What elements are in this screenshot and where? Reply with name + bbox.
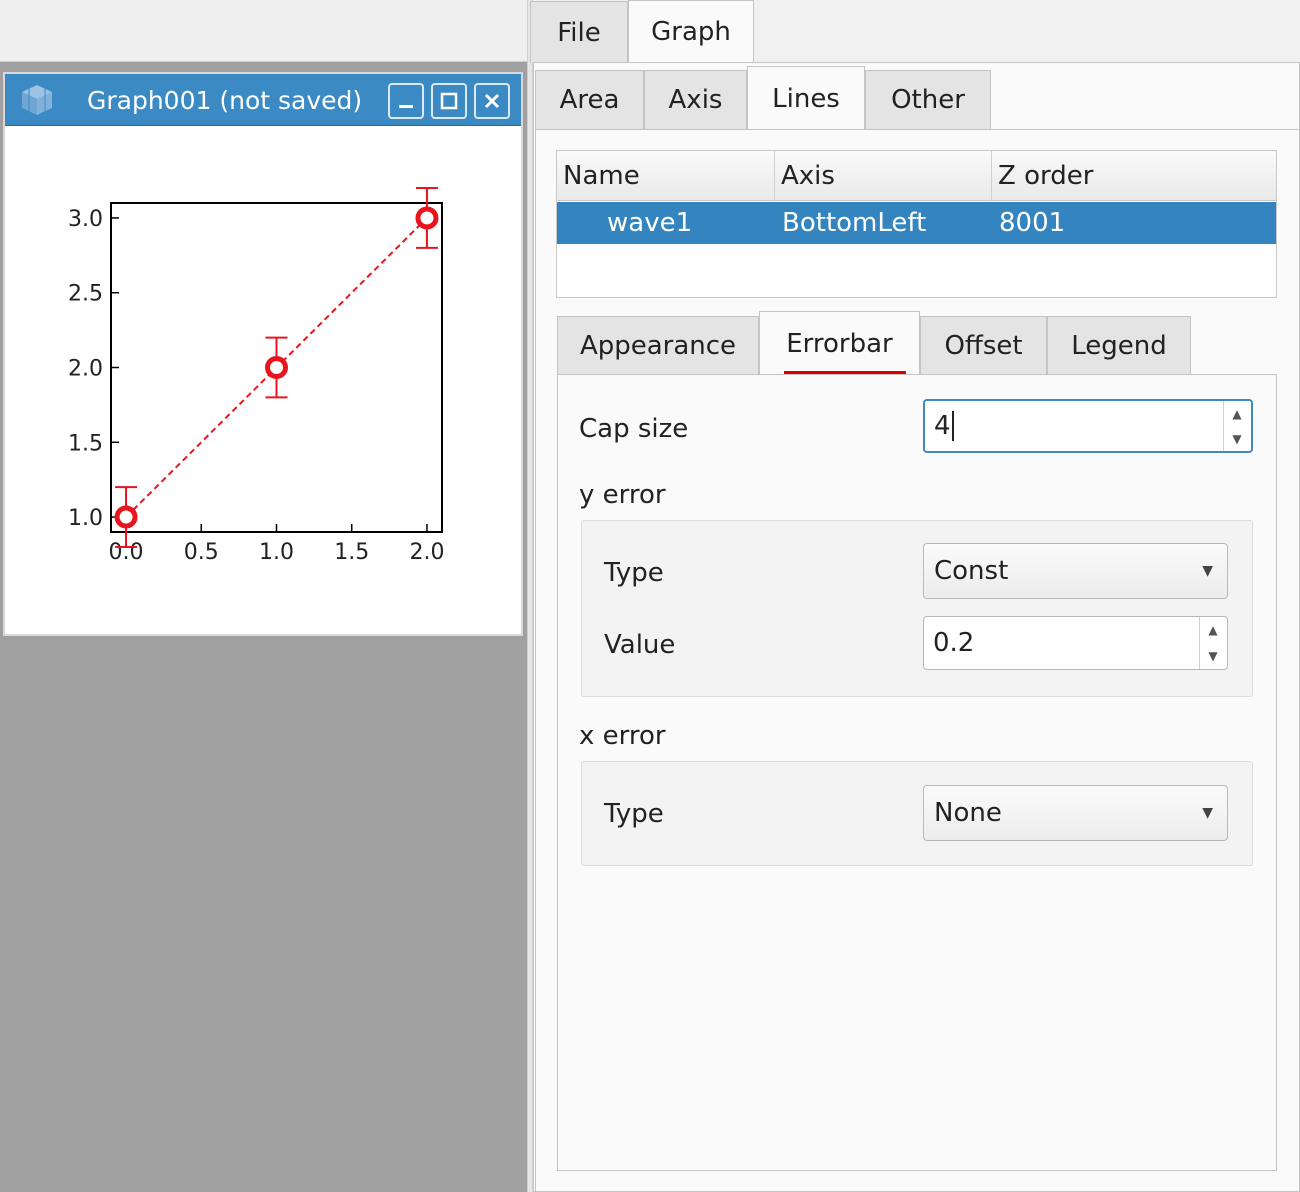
tab-other[interactable]: Other: [865, 70, 991, 129]
header-zorder[interactable]: Z order: [992, 151, 1276, 201]
row-zorder: 8001: [999, 208, 1066, 238]
app-cube-icon: [22, 85, 52, 115]
y-tick-label: 1.5: [68, 431, 103, 456]
tab-graph[interactable]: Graph: [628, 0, 754, 63]
header-axis[interactable]: Axis: [775, 151, 992, 201]
y-error-value-spinbox[interactable]: 0.2 ▲ ▼: [923, 616, 1228, 670]
data-point: [265, 356, 288, 379]
tab-errorbar-label: Errorbar: [786, 328, 893, 359]
minimize-icon: [399, 105, 413, 108]
y-tick-label: 3.0: [68, 207, 103, 232]
menu-strip: [0, 0, 527, 62]
graph-canvas[interactable]: 0.0 0.5 1.0 1.5 2.01.01.52.02.53.0: [5, 126, 521, 634]
x-tick-label: 2.0: [409, 540, 444, 565]
chevron-down-icon: ▼: [1202, 563, 1213, 579]
x-tick-label: 1.0: [259, 540, 294, 565]
spin-up-icon[interactable]: ▲: [1200, 617, 1226, 643]
tab-file[interactable]: File: [530, 1, 628, 63]
maximize-icon: [440, 92, 458, 110]
y-tick-label: 2.5: [68, 282, 103, 307]
cap-size-arrows: ▲ ▼: [1223, 401, 1251, 451]
table-header: Name Axis Z order: [557, 151, 1276, 201]
y-error-type-label: Type: [604, 558, 664, 588]
text-cursor: [951, 411, 954, 441]
x-error-type-value: None: [934, 798, 1002, 828]
x-tick-label: 0.5: [184, 540, 219, 565]
tab-appearance[interactable]: Appearance: [557, 316, 759, 375]
y-error-type-value: Const: [934, 556, 1009, 586]
lines-table[interactable]: Name Axis Z order wave1 BottomLeft 8001: [556, 150, 1277, 298]
cap-size-spinbox[interactable]: 4 ▲ ▼: [923, 399, 1253, 453]
spin-up-icon[interactable]: ▲: [1224, 401, 1250, 426]
y-error-label: y error: [579, 480, 666, 510]
subwindow-title: Graph001 (not saved): [87, 86, 363, 115]
cap-size-label: Cap size: [579, 414, 689, 444]
tab-offset[interactable]: Offset: [920, 316, 1047, 375]
chevron-down-icon: ▼: [1202, 805, 1213, 821]
spin-down-icon[interactable]: ▼: [1200, 643, 1226, 669]
close-button[interactable]: [474, 83, 510, 119]
table-row[interactable]: wave1 BottomLeft 8001: [557, 202, 1276, 244]
data-point: [415, 206, 439, 230]
y-error-value-label: Value: [604, 630, 676, 660]
cap-size-text: 4: [934, 411, 951, 441]
close-icon: [484, 93, 500, 109]
maximize-button[interactable]: [431, 83, 467, 119]
y-error-value[interactable]: 0.2: [933, 617, 974, 669]
data-point: [114, 505, 138, 529]
x-tick-label: 1.5: [334, 540, 369, 565]
x-error-type-label: Type: [604, 799, 664, 829]
y-error-value-arrows: ▲ ▼: [1199, 617, 1227, 669]
tab-legend[interactable]: Legend: [1047, 316, 1191, 375]
header-name[interactable]: Name: [557, 151, 775, 201]
tab-axis[interactable]: Axis: [644, 70, 747, 129]
minimize-button[interactable]: [388, 83, 424, 119]
x-error-type-select[interactable]: None ▼: [923, 785, 1228, 841]
tab-errorbar[interactable]: Errorbar: [759, 311, 920, 375]
graph-subwindow[interactable]: Graph001 (not saved) 0.0 0.5 1.0 1.5 2.0 1.0 1…: [3, 72, 523, 636]
row-axis: BottomLeft: [782, 208, 927, 238]
x-error-label: x error: [579, 721, 666, 751]
spin-down-icon[interactable]: ▼: [1224, 426, 1250, 451]
y-tick-label: 1.0: [68, 506, 103, 531]
row-name: wave1: [607, 208, 693, 238]
tab-area[interactable]: Area: [535, 70, 644, 129]
tab-lines[interactable]: Lines: [747, 66, 865, 130]
cap-size-value[interactable]: 4: [934, 401, 954, 451]
y-error-type-select[interactable]: Const ▼: [923, 543, 1228, 599]
y-tick-label: 2.0: [68, 357, 103, 382]
subwindow-titlebar[interactable]: Graph001 (not saved): [5, 74, 521, 126]
